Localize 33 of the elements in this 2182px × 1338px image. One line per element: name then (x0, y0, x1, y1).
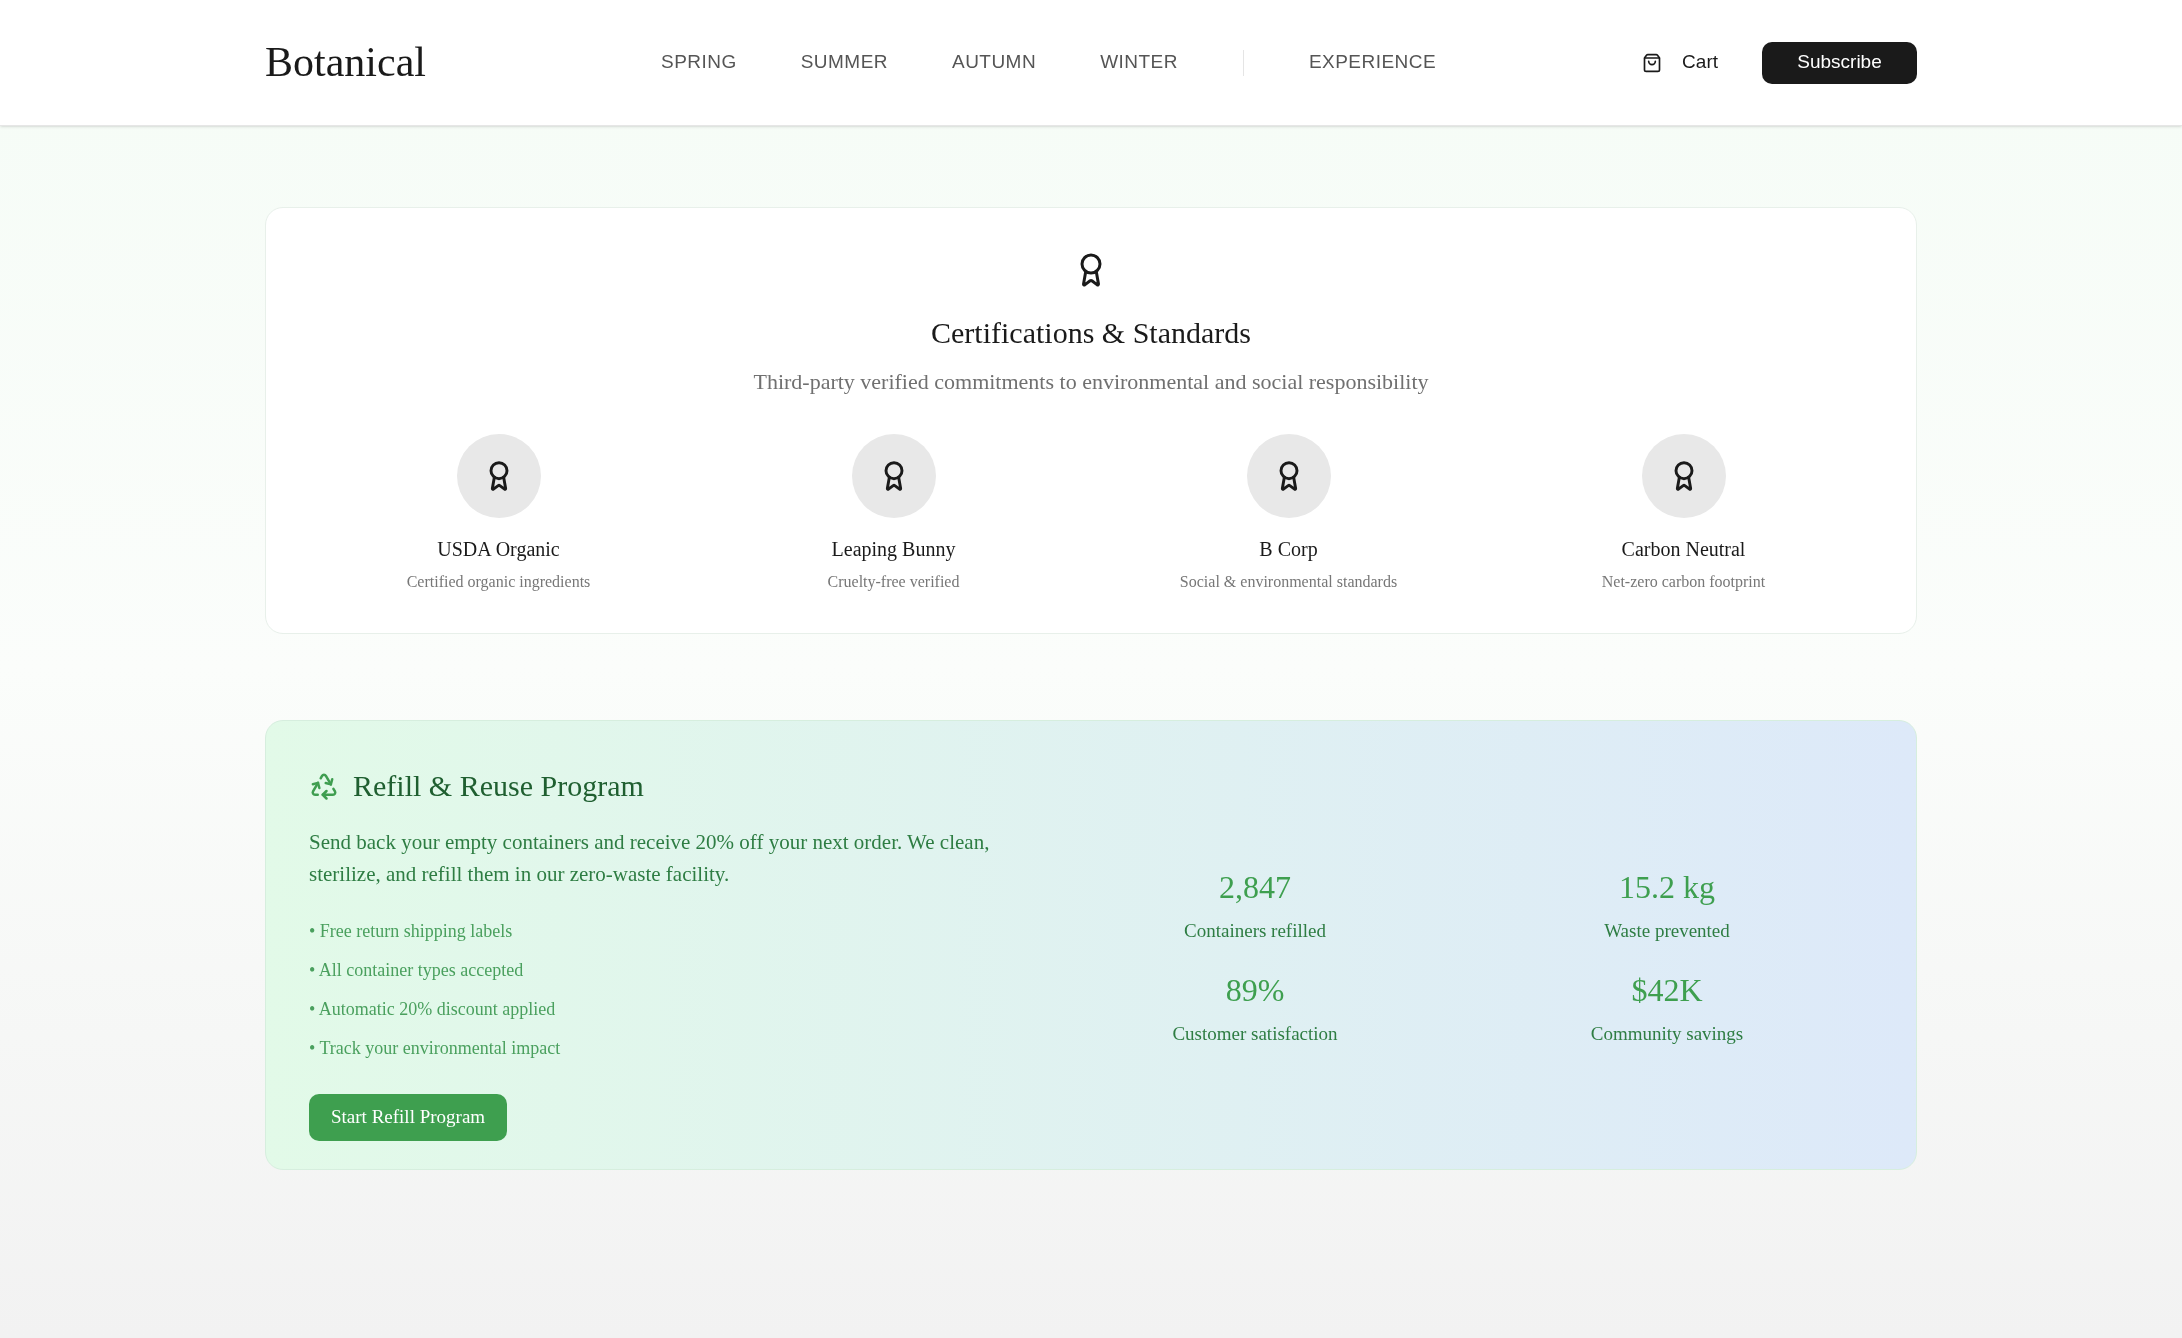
benefit-item: • Automatic 20% discount applied (309, 998, 557, 1021)
subscribe-button[interactable]: Subscribe (1762, 41, 1917, 84)
benefit-item: • All container types accepted (309, 959, 525, 982)
logo[interactable]: Botanical (265, 31, 565, 94)
stat-label: Customer satisfaction (1172, 1021, 1338, 1046)
program-description: Send back your empty containers and receive 20% off your next order. We clean, sterilize, and refill them in our zero-waste facility. (309, 829, 991, 888)
stat-value: 89% (1225, 970, 1285, 1010)
bag-icon (1642, 52, 1663, 73)
cart-link[interactable]: Cart (1642, 48, 1718, 77)
certification-description: Social & environmental standards (1179, 572, 1398, 592)
certification-description: Net-zero carbon footprint (1601, 572, 1766, 593)
certification-name: Carbon Neutral (1621, 537, 1746, 562)
section-subtitle: Third-party verified commitments to environmental and social responsibility (753, 368, 1429, 396)
section-title: Certifications & Standards (931, 315, 1251, 351)
benefit-item: • Free return shipping labels (309, 920, 514, 943)
nav-link[interactable]: WINTER (1068, 48, 1210, 77)
nav-link[interactable]: EXPERIENCE (1276, 48, 1469, 77)
stat-value: 2,847 (1219, 868, 1291, 907)
nav-link[interactable]: SUMMER (768, 48, 920, 77)
stat-label: Community savings (1590, 1021, 1744, 1046)
stat-value: 15.2 kg (1619, 868, 1715, 907)
stat-label: Containers refilled (1184, 919, 1326, 943)
certification-name: Leaping Bunny (831, 537, 956, 563)
benefit-item: • Track your environmental impact (309, 1037, 562, 1060)
nav-link[interactable]: AUTUMN (920, 48, 1069, 77)
certification-description: Cruelty-free verified (827, 572, 960, 593)
stat-label: Waste prevented (1604, 919, 1730, 943)
stat-value: $42K (1631, 970, 1703, 1010)
certification-name: B Corp (1259, 537, 1318, 563)
nav-link[interactable]: SPRING (629, 48, 769, 77)
program-title: Refill & Reuse Program (353, 768, 644, 804)
certification-name: USDA Organic (437, 537, 560, 563)
certification-description: Certified organic ingredients (406, 572, 591, 593)
